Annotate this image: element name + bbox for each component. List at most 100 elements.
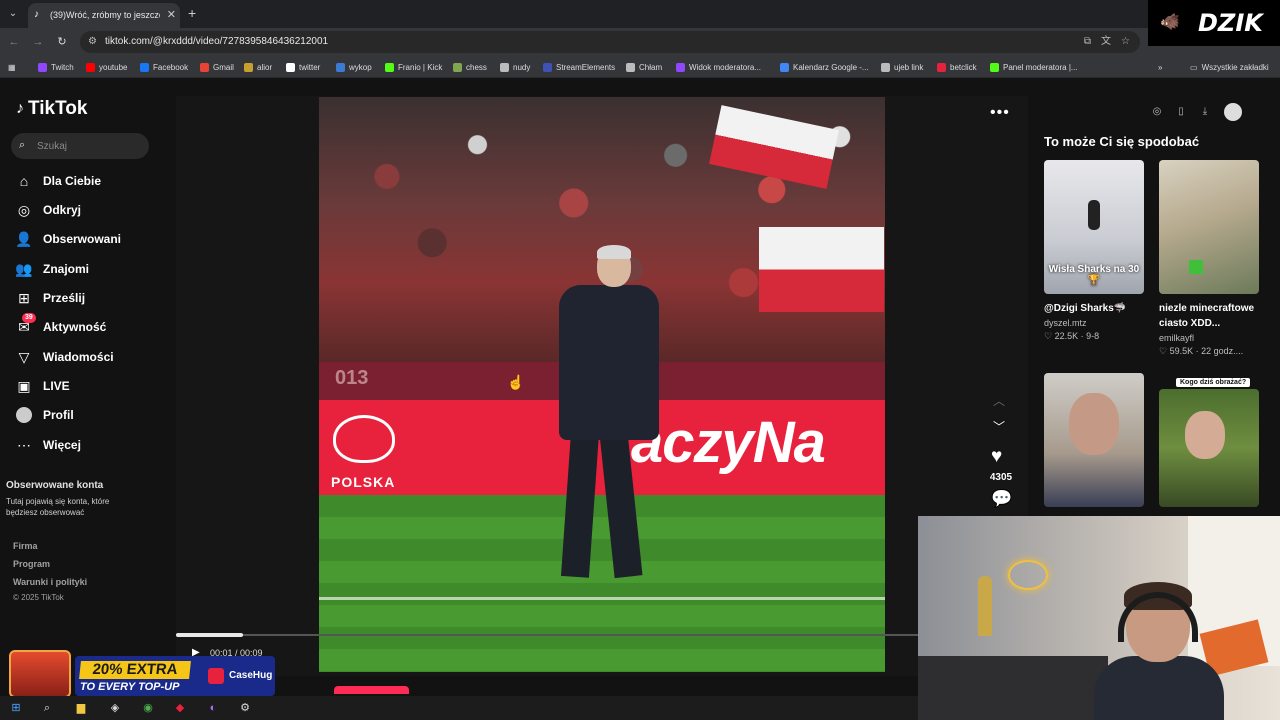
previous-video-icon[interactable]: ︿ (993, 392, 1005, 409)
recommendation-author[interactable]: dyszel.mtz (1044, 318, 1087, 328)
sidebar-item-upload[interactable]: ⊞ Prześlij (15, 287, 165, 309)
kick-icon (385, 62, 394, 72)
sidebar-item-label: LIVE (43, 379, 70, 393)
bookmark-item[interactable]: Chłam (626, 60, 662, 74)
new-tab-button[interactable]: + (188, 5, 196, 21)
streamer-body (1094, 656, 1224, 720)
site-info-icon[interactable]: ⚙ (88, 35, 97, 49)
person-face (1185, 411, 1225, 459)
recommendation-card[interactable]: niezle minecraftowe ciasto XDD... emilka… (1159, 160, 1259, 360)
search-icon[interactable]: ⌕ (40, 701, 54, 715)
sidebar-item-label: Odkryj (43, 203, 82, 217)
windows-start-icon[interactable]: ⊞ (9, 701, 23, 715)
apps-grid-icon[interactable]: ▦ (8, 60, 16, 74)
file-explorer-icon[interactable]: ▆ (74, 701, 88, 715)
bookmark-item[interactable]: Panel moderatora |... (990, 60, 1078, 74)
chrome-icon[interactable]: ◉ (141, 701, 155, 715)
search-input[interactable] (37, 138, 137, 154)
recommendation-caption[interactable]: niezle minecraftowe ciasto XDD... (1159, 301, 1269, 331)
recommendation-thumbnail[interactable] (1044, 373, 1144, 507)
heart-icon[interactable]: ♥ (991, 447, 1002, 467)
bookmark-item[interactable]: chess (453, 60, 487, 74)
search-box[interactable]: ⌕ (11, 133, 149, 159)
settings-gear-icon[interactable]: ⚙ (238, 701, 252, 715)
bookmark-item[interactable]: twitter (286, 60, 320, 74)
comment-icon[interactable]: 💬 (991, 490, 1012, 508)
bookmark-star-icon[interactable]: ☆ (1121, 35, 1130, 49)
folder-icon: ▭ (1190, 62, 1198, 72)
ad-board-brand: POLSKA (331, 474, 396, 490)
sidebar-item-label: Aktywność (43, 320, 107, 334)
alior-icon (244, 62, 253, 72)
sidebar-item-activity[interactable]: ✉ 39 Aktywność (15, 313, 165, 338)
notification-badge: 39 (22, 313, 36, 323)
sidebar-item-more[interactable]: ⋯ Więcej (15, 434, 165, 456)
more-icon: ⋯ (17, 437, 31, 453)
footer-link-terms[interactable]: Warunki i polityki (13, 577, 87, 587)
sidebar-item-home[interactable]: ⌂ Dla Ciebie (15, 170, 165, 192)
sidebar-item-profile[interactable]: Profil (15, 404, 165, 426)
bookmark-item[interactable]: ujeb link (881, 60, 923, 74)
tab-close-icon[interactable]: ✕ (167, 8, 176, 22)
next-video-icon[interactable]: ﹀ (993, 418, 1005, 435)
shelf (918, 656, 1108, 720)
recommendation-card[interactable]: Wisła Sharks na 30 🏆 @Dzigi Sharks🦈 dysz… (1044, 160, 1144, 360)
stadium-board-text: 013 (335, 367, 369, 389)
bookmark-item[interactable]: Twitch (38, 60, 74, 74)
translate-icon[interactable]: 文 (1101, 35, 1111, 49)
footer-link-company[interactable]: Firma (13, 541, 38, 551)
bookmark-item[interactable]: StreamElements (543, 60, 615, 74)
bookmark-item[interactable]: Kalendarz Google -... (780, 60, 869, 74)
app-icon[interactable]: ◈ (108, 701, 122, 715)
app-icon[interactable]: ◆ (173, 701, 187, 715)
video-player[interactable]: 013 POLSKA aczyNa ☝ (319, 97, 885, 672)
heart-outline-icon: ♡ (1044, 331, 1053, 341)
sidebar-item-compass[interactable]: ◎ Odkryj (15, 199, 165, 221)
bookmark-item[interactable]: alior (244, 60, 272, 74)
recommendation-card[interactable]: Kogo dziś obrażać? (1159, 373, 1259, 513)
more-options-icon[interactable]: ••• (990, 104, 1010, 122)
sidebar-item-friends[interactable]: 👥 Znajomi (15, 258, 165, 280)
download-icon[interactable]: ⤓ (1198, 105, 1212, 119)
recommendation-card[interactable] (1044, 373, 1144, 513)
footer-link-program[interactable]: Program (13, 559, 50, 569)
gmail-icon (200, 62, 209, 72)
streamelements-icon (543, 62, 552, 72)
polish-flag (759, 227, 884, 312)
sidebar-item-user-follow[interactable]: 👤 Obserwowani (15, 228, 165, 250)
bookmark-item[interactable]: Facebook (140, 60, 188, 74)
bookmark-label: StreamElements (556, 62, 616, 72)
browser-tab-active[interactable]: ♪ (39)Wróć, zróbmy to jeszcze raz ✕ (28, 3, 180, 28)
video-progress-track[interactable] (176, 634, 920, 636)
phone-app-icon[interactable]: ▯ (1174, 105, 1188, 119)
bookmark-item[interactable]: Widok moderatora... (676, 60, 761, 74)
user-avatar[interactable] (1224, 103, 1242, 121)
bookmark-item[interactable]: youtube (86, 60, 127, 74)
windows-taskbar: ⊞ ⌕ ▆ ◈ ◉ ◆ ◐ ⚙ (0, 696, 918, 720)
all-bookmarks[interactable]: ▭ Wszystkie zakładki (1190, 60, 1269, 74)
bookmark-label: Franio | Kick (398, 62, 443, 72)
recommendation-author[interactable]: emilkayfl (1159, 333, 1194, 343)
recommendation-thumbnail[interactable] (1159, 389, 1259, 507)
back-arrow-icon[interactable]: ← (6, 34, 22, 50)
bookmark-item[interactable]: betclick (937, 60, 977, 74)
address-bar[interactable]: ⚙ tiktok.com/@krxddd/video/7278395846436… (80, 31, 1140, 53)
bookmark-item[interactable]: wykop (336, 60, 372, 74)
reload-icon[interactable]: ↻ (54, 34, 70, 50)
install-app-icon[interactable]: ⧉ (1084, 35, 1091, 49)
sidebar-item-live[interactable]: ▣ LIVE (15, 375, 165, 397)
sidebar-item-messages[interactable]: ▽ Wiadomości (15, 346, 165, 368)
bookmark-item[interactable]: Gmail (200, 60, 234, 74)
recommendation-caption[interactable]: @Dzigi Sharks🦈 (1044, 301, 1154, 316)
app-icon[interactable]: ◐ (206, 701, 220, 715)
coins-icon[interactable]: ◎ (1150, 105, 1164, 119)
bookmarks-overflow-icon[interactable]: » (1158, 60, 1162, 74)
forward-arrow-icon[interactable]: → (30, 34, 46, 50)
bookmark-item[interactable]: Franio | Kick (385, 60, 442, 74)
video-progress-fill[interactable] (176, 633, 243, 637)
bookmark-item[interactable]: nudy (500, 60, 530, 74)
recommendation-thumbnail[interactable] (1159, 160, 1259, 294)
tab-search-chevron-icon[interactable]: ⌄ (4, 5, 22, 23)
url-text[interactable]: tiktok.com/@krxddd/video/727839584643621… (105, 36, 328, 48)
tiktok-logo[interactable]: ♪ TikTok (16, 98, 87, 120)
